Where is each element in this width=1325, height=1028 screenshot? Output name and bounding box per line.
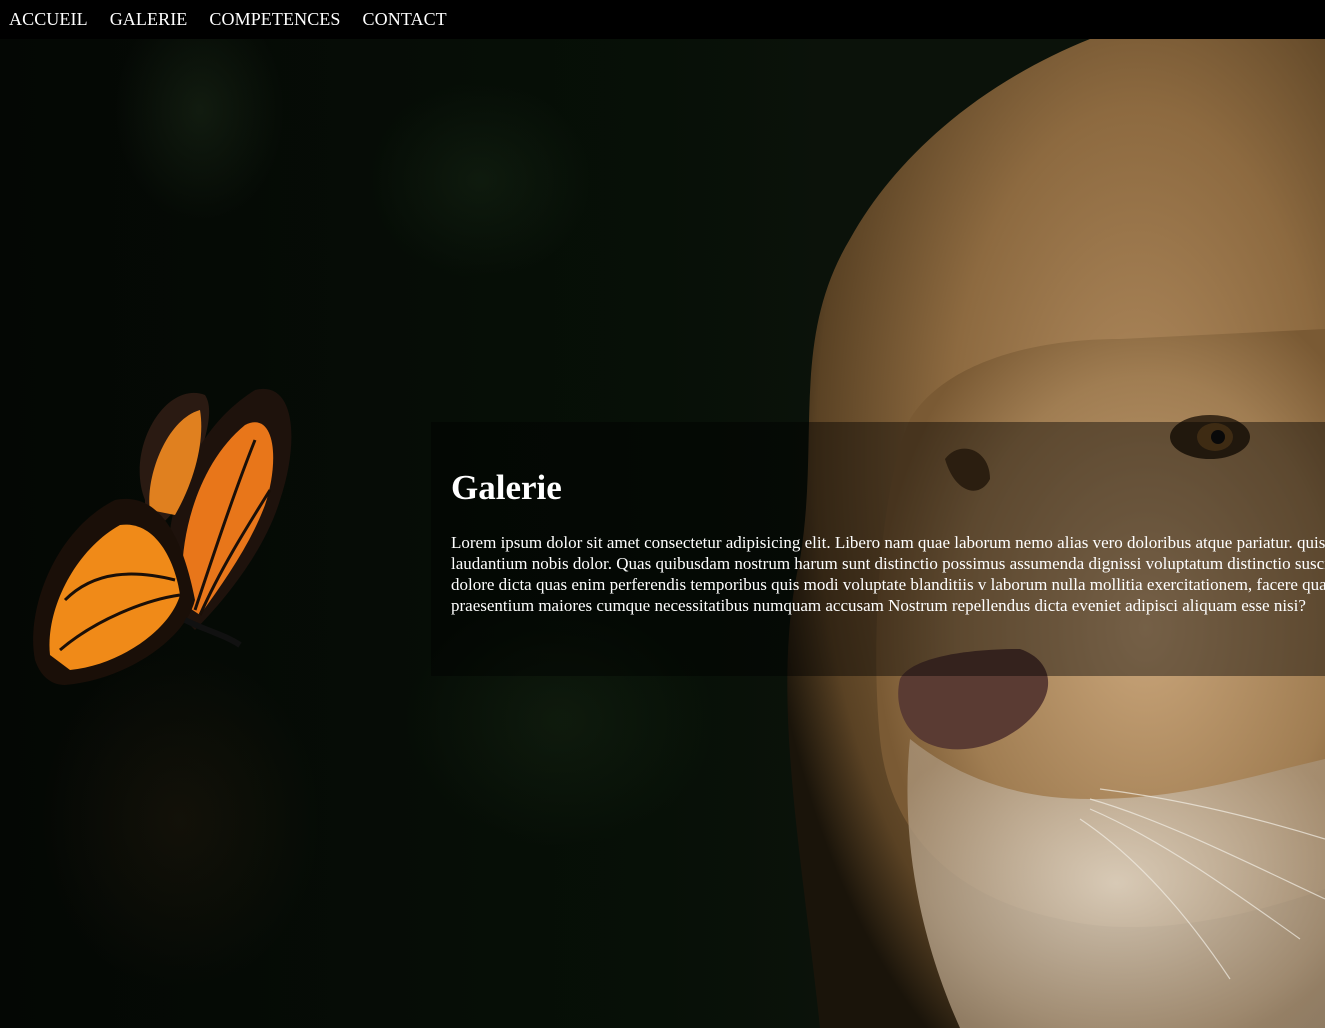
- butterfly-image: [33, 388, 292, 685]
- page-title: Galerie: [451, 468, 562, 507]
- nav-link-contact[interactable]: CONTACT: [363, 9, 447, 30]
- top-nav: ACCUEIL GALERIE COMPETENCES CONTACT: [0, 0, 1325, 39]
- hero-description: Lorem ipsum dolor sit amet consectetur a…: [451, 533, 1325, 615]
- hero-overlay-panel: Galerie Lorem ipsum dolor sit amet conse…: [431, 422, 1325, 676]
- nav-link-competences[interactable]: COMPETENCES: [209, 9, 340, 30]
- nav-link-accueil[interactable]: ACCUEIL: [9, 9, 88, 30]
- nav-link-galerie[interactable]: GALERIE: [110, 9, 188, 30]
